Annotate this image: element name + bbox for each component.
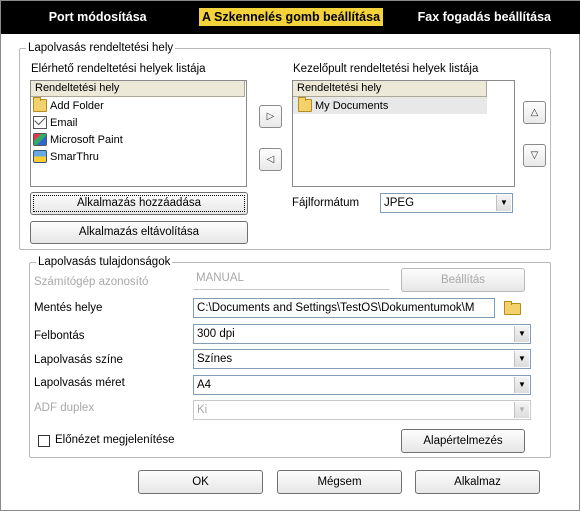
defaults-button[interactable]: Alapértelmezés — [401, 429, 525, 453]
list-item-email[interactable]: Email — [31, 114, 246, 131]
arrow-up-icon: △ — [530, 107, 539, 118]
panel-list-label: Kezelőpult rendeltetési helyek listája — [293, 63, 479, 75]
scan-size-label: Lapolvasás méret — [34, 377, 125, 389]
settings-button: Beállítás — [401, 268, 525, 292]
tab-bar: Port módosítása A Szkennelés gomb beállí… — [1, 1, 580, 34]
arrow-left-icon: ◁ — [266, 154, 275, 165]
cancel-button[interactable]: Mégsem — [277, 470, 402, 494]
list-item-label: SmarThru — [50, 150, 99, 163]
resolution-value: 300 dpi — [197, 328, 235, 340]
tab-panel: Lapolvasás rendeltetési hely Elérhető re… — [1, 34, 579, 510]
list-item-label: Microsoft Paint — [50, 133, 123, 146]
folder-icon — [504, 301, 521, 315]
move-right-button[interactable]: ▷ — [259, 105, 282, 128]
paint-icon — [33, 133, 47, 146]
column-header: Rendeltetési hely — [31, 81, 245, 97]
tab-fax-receive-settings[interactable]: Fax fogadás beállítása — [388, 1, 580, 34]
scan-color-select[interactable]: Színes ▼ — [193, 349, 531, 369]
folder-icon — [298, 97, 312, 112]
scan-settings-dialog: Port módosítása A Szkennelés gomb beállí… — [0, 0, 580, 511]
file-format-value: JPEG — [384, 197, 415, 209]
move-left-button[interactable]: ◁ — [259, 148, 282, 171]
preview-label: Előnézet megjelenítése — [55, 434, 175, 446]
list-item-microsoft-paint[interactable]: Microsoft Paint — [31, 131, 246, 148]
adf-duplex-value: Ki — [197, 404, 208, 416]
preview-checkbox[interactable] — [38, 435, 50, 447]
computer-id-field: MANUAL — [193, 270, 389, 290]
properties-group-legend: Lapolvasás tulajdonságok — [38, 256, 171, 268]
file-format-label: Fájlformátum — [292, 197, 360, 209]
file-format-select[interactable]: JPEG ▼ — [380, 193, 513, 213]
column-header: Rendeltetési hely — [293, 81, 487, 97]
add-application-button[interactable]: Alkalmazás hozzáadása — [30, 192, 248, 215]
arrow-down-icon: ▽ — [530, 150, 539, 161]
list-item-add-folder[interactable]: Add Folder — [31, 97, 246, 114]
list-item-label: Email — [50, 116, 78, 129]
list-item-label: My Documents — [315, 99, 389, 112]
tab-label: Port módosítása — [48, 10, 147, 24]
computer-id-label: Számítógép azonosító — [34, 276, 149, 288]
save-location-field[interactable]: C:\Documents and Settings\TestOS\Dokumen… — [193, 298, 495, 318]
tab-label: A Szkennelés gomb beállítása — [198, 8, 384, 26]
smarthru-icon — [33, 150, 47, 163]
list-item-smarthru[interactable]: SmarThru — [31, 148, 246, 165]
list-item-my-documents[interactable]: My Documents — [293, 97, 487, 114]
folder-icon — [33, 97, 47, 112]
chevron-down-icon: ▼ — [514, 402, 529, 418]
available-list-label: Elérhető rendeltetési helyek listája — [31, 63, 206, 75]
remove-application-button[interactable]: Alkalmazás eltávolítása — [30, 221, 248, 244]
tab-scan-button-settings[interactable]: A Szkennelés gomb beállítása — [194, 1, 387, 34]
chevron-down-icon: ▼ — [496, 195, 511, 211]
panel-destinations-list[interactable]: Rendeltetési hely My Documents — [292, 80, 515, 187]
list-item-label: Add Folder — [50, 99, 104, 112]
chevron-down-icon: ▼ — [514, 377, 529, 393]
chevron-down-icon: ▼ — [514, 351, 529, 367]
save-location-label: Mentés helye — [34, 302, 103, 314]
apply-button[interactable]: Alkalmaz — [415, 470, 540, 494]
scan-size-value: A4 — [197, 379, 212, 391]
scan-size-select[interactable]: A4 ▼ — [193, 375, 531, 395]
ok-button[interactable]: OK — [138, 470, 263, 494]
chevron-down-icon: ▼ — [514, 326, 529, 342]
adf-duplex-label: ADF duplex — [34, 402, 95, 414]
destination-group-legend: Lapolvasás rendeltetési hely — [28, 42, 174, 54]
available-destinations-list[interactable]: Rendeltetési hely Add Folder Email Micro… — [30, 80, 247, 187]
arrow-right-icon: ▷ — [266, 111, 275, 122]
email-icon — [33, 116, 47, 129]
adf-duplex-select: Ki ▼ — [193, 400, 531, 420]
resolution-select[interactable]: 300 dpi ▼ — [193, 324, 531, 344]
move-up-button[interactable]: △ — [523, 101, 546, 124]
scan-color-label: Lapolvasás színe — [34, 354, 123, 366]
browse-folder-button[interactable] — [504, 301, 522, 315]
tab-port-change[interactable]: Port módosítása — [1, 1, 194, 34]
scan-color-value: Színes — [197, 353, 233, 365]
resolution-label: Felbontás — [34, 330, 85, 342]
tab-label: Fax fogadás beállítása — [417, 10, 552, 24]
move-down-button[interactable]: ▽ — [523, 144, 546, 167]
